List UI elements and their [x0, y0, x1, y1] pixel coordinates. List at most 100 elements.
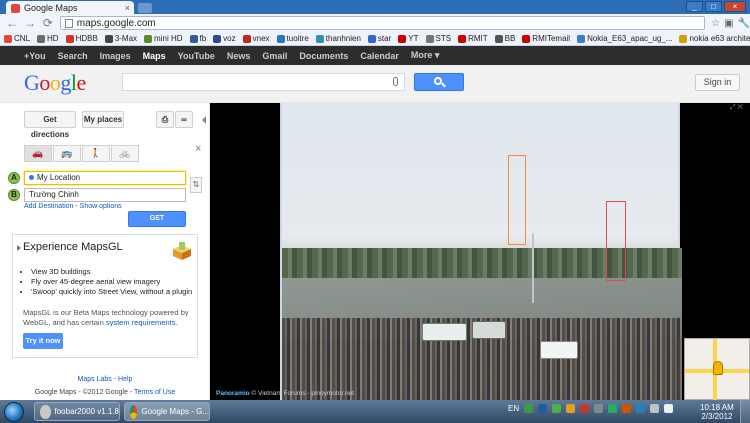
to-field[interactable]: Trường Chinh: [24, 188, 186, 202]
minimize-icon[interactable]: _: [686, 1, 703, 12]
language-indicator[interactable]: EN: [508, 404, 519, 413]
bookmark-item[interactable]: RMITemail: [522, 34, 570, 43]
star-icon[interactable]: ☆: [711, 18, 720, 29]
from-field[interactable]: My Location: [24, 171, 186, 185]
collapse-panel-icon[interactable]: [202, 116, 206, 124]
tray-app-icon[interactable]: [594, 404, 604, 413]
bookmark-item[interactable]: fb: [189, 34, 206, 43]
terms-link[interactable]: Terms of Use: [134, 389, 175, 396]
try-it-now-button[interactable]: Try it now: [23, 333, 63, 349]
extension-icon[interactable]: ▣: [724, 18, 733, 29]
get-directions-submit-button[interactable]: GET DIRECTIONS: [128, 211, 186, 236]
system-requirements-link[interactable]: system requirements: [106, 318, 176, 327]
page-icon: [64, 18, 73, 28]
map-canvas[interactable]: ⤢ ✕ Panoramio © Vietnam Forums - pinoymo…: [210, 103, 750, 400]
bookmark-item[interactable]: CNL: [4, 34, 30, 43]
google-maps-favicon-icon: [11, 3, 20, 13]
bookmark-favicon-icon: [679, 34, 688, 43]
panoramio-photo[interactable]: [280, 103, 682, 400]
print-icon[interactable]: ⎙: [156, 111, 174, 128]
help-link[interactable]: Help: [118, 376, 132, 383]
maximize-icon[interactable]: □: [705, 1, 722, 12]
start-button[interactable]: [4, 402, 24, 422]
bookmark-favicon-icon: [577, 34, 586, 43]
bookmark-item[interactable]: RMIT: [458, 34, 488, 43]
add-destination-link[interactable]: Add Destination: [24, 203, 73, 210]
close-tab-icon[interactable]: ×: [125, 3, 130, 13]
back-icon[interactable]: ←: [6, 16, 18, 30]
gbar-item[interactable]: Images: [100, 51, 131, 61]
panoramio-brand[interactable]: Panoramio: [216, 390, 250, 397]
bookmark-item[interactable]: BB: [494, 34, 515, 43]
show-desktop-button[interactable]: [740, 400, 750, 423]
transit-mode-icon[interactable]: 🚌: [53, 145, 81, 162]
show-options-link[interactable]: Show options: [80, 203, 122, 210]
pegman-icon[interactable]: [713, 361, 723, 375]
foobar-icon: [40, 404, 51, 419]
gbar-item[interactable]: Calendar: [360, 51, 399, 61]
gbar-item[interactable]: YouTube: [178, 51, 215, 61]
bookmark-item[interactable]: voz: [213, 34, 236, 43]
bookmark-item[interactable]: thanhnien: [315, 34, 361, 43]
tray-app-icon[interactable]: [622, 404, 632, 413]
tray-app-icon[interactable]: [566, 404, 576, 413]
bookmark-item[interactable]: mini HD: [144, 34, 183, 43]
mapsgl-feature: 'Swoop' quickly into Street View, withou…: [31, 287, 192, 297]
network-icon[interactable]: [650, 404, 660, 413]
tray-app-icon[interactable]: [580, 404, 590, 413]
wrench-icon[interactable]: 🔧: [738, 18, 750, 29]
bookmark-item[interactable]: vnex: [242, 34, 270, 43]
bookmark-item[interactable]: Nokia_E63_apac_ug_...: [577, 34, 672, 43]
bookmark-item[interactable]: star: [367, 34, 391, 43]
walk-mode-icon[interactable]: 🚶: [82, 145, 110, 162]
new-tab-button[interactable]: [138, 3, 152, 13]
car-mode-icon[interactable]: 🚗: [24, 145, 52, 162]
forward-icon[interactable]: →: [24, 16, 36, 30]
tray-app-icon[interactable]: [608, 404, 618, 413]
bookmark-item[interactable]: tuoitre: [276, 34, 309, 43]
google-logo[interactable]: Google: [24, 70, 86, 96]
gbar-item[interactable]: Documents: [299, 51, 348, 61]
gbar-item[interactable]: +You: [24, 51, 46, 61]
tray-app-icon[interactable]: [538, 404, 548, 413]
microphone-icon[interactable]: [393, 77, 398, 86]
bookmark-item[interactable]: YT: [398, 34, 419, 43]
sign-in-button[interactable]: Sign in: [695, 74, 740, 91]
search-button[interactable]: [414, 73, 464, 91]
gbar-item[interactable]: Maps: [143, 51, 166, 61]
street-view-minimap[interactable]: [684, 338, 750, 400]
gbar-item[interactable]: More ▾: [411, 50, 440, 61]
maps-labs-link[interactable]: Maps Labs: [78, 376, 112, 383]
tray-app-icon[interactable]: [636, 404, 646, 413]
taskbar-chrome[interactable]: Google Maps - G...: [124, 402, 210, 421]
gbar-item[interactable]: Search: [58, 51, 88, 61]
taskbar-foobar[interactable]: foobar2000 v1.1.8: [34, 402, 120, 421]
bike-mode-icon[interactable]: 🚲: [111, 145, 139, 162]
my-places-button[interactable]: My places: [82, 111, 124, 128]
link-icon[interactable]: ∞: [175, 111, 193, 128]
bookmark-item[interactable]: STS: [425, 34, 451, 43]
fullscreen-icon[interactable]: ⤢ ✕: [730, 104, 748, 113]
reload-icon[interactable]: ⟳: [42, 16, 54, 30]
gbar-item[interactable]: Gmail: [262, 51, 287, 61]
address-bar[interactable]: maps.google.com: [59, 16, 706, 30]
bookmark-favicon-icon: [494, 34, 503, 43]
tray-app-icon[interactable]: [524, 404, 534, 413]
swap-icon[interactable]: ⇅: [190, 177, 202, 193]
url-text: maps.google.com: [76, 17, 156, 29]
bookmark-item[interactable]: HDBB: [65, 34, 98, 43]
clock[interactable]: 10:18 AM 2/3/2012: [700, 403, 734, 421]
tray-app-icon[interactable]: [552, 404, 562, 413]
bookmark-item[interactable]: nokia e63 architecture: [679, 34, 750, 43]
volume-icon[interactable]: [664, 404, 674, 413]
bookmark-item[interactable]: 3-Max: [104, 34, 137, 43]
clock-date: 2/3/2012: [701, 412, 733, 421]
close-window-icon[interactable]: ×: [724, 1, 746, 12]
search-input[interactable]: [122, 73, 405, 91]
get-directions-button[interactable]: Get directions: [24, 111, 76, 139]
bookmark-item[interactable]: HD: [37, 34, 59, 43]
close-directions-icon[interactable]: ×: [195, 143, 201, 155]
gbar-item[interactable]: News: [227, 51, 251, 61]
browser-tab[interactable]: Google Maps ×: [6, 1, 134, 15]
expand-arrow-icon[interactable]: [17, 245, 21, 251]
